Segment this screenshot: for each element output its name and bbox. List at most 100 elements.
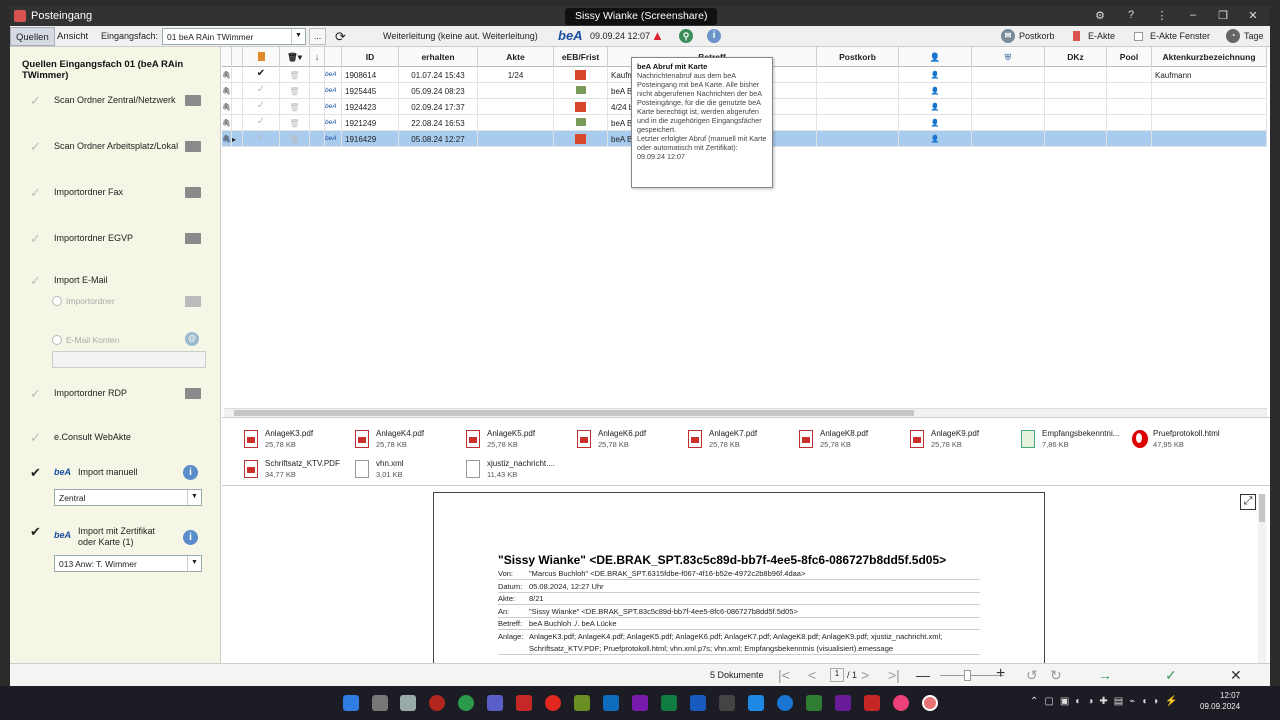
next-page-icon[interactable]: > (861, 667, 869, 683)
col-source[interactable] (325, 47, 342, 67)
weiterleitung-label[interactable]: Weiterleitung (keine aut. Weiterleitung) (383, 31, 538, 41)
col-id[interactable]: ID (342, 47, 399, 67)
first-page-icon[interactable]: |< (778, 667, 790, 683)
vertical-scrollbar[interactable] (1258, 494, 1266, 664)
eakte-fenster-label[interactable]: E-Akte Fenster (1150, 31, 1210, 41)
bea-card-icon[interactable]: ⚲ (679, 29, 693, 43)
forward-icon[interactable]: → (1098, 667, 1112, 683)
info-icon[interactable]: i (183, 530, 198, 545)
chrome-icon[interactable] (458, 695, 474, 711)
col-doc[interactable] (243, 47, 280, 67)
app-icon[interactable] (574, 695, 590, 711)
col-marker[interactable] (232, 47, 243, 67)
zoom-slider-knob[interactable] (964, 670, 971, 681)
app-icon[interactable] (748, 695, 764, 711)
close-window-button[interactable]: ✕ (1244, 9, 1262, 22)
more-options-icon[interactable]: ⋮ (1153, 9, 1171, 22)
col-akte[interactable]: Akte (478, 47, 554, 67)
bea-logo[interactable]: beA (558, 28, 583, 43)
prev-page-icon[interactable]: < (808, 667, 816, 683)
app-icon[interactable] (893, 695, 909, 711)
col-pool[interactable]: Pool (1107, 47, 1152, 67)
tab-ansicht[interactable]: Ansicht (52, 27, 93, 46)
excel-icon[interactable] (661, 695, 677, 711)
attachment-item[interactable]: vhn.xml 3,01 KB (350, 458, 460, 484)
warning-icon[interactable]: ▲ (651, 28, 664, 43)
app-icon[interactable] (864, 695, 880, 711)
folder-icon[interactable] (185, 233, 201, 244)
tab-quellen[interactable]: Quellen (10, 27, 55, 46)
help-icon[interactable]: ? (1122, 9, 1140, 21)
attachment-item[interactable]: AnlageK3.pdf 25,78 KB (239, 428, 349, 454)
page-current[interactable]: 1 (830, 668, 844, 682)
rotate-right-icon[interactable]: ↻ (1050, 667, 1062, 684)
rotate-left-icon[interactable]: ↺ (1026, 667, 1038, 684)
email-konten-radio[interactable] (52, 335, 62, 345)
attachment-item[interactable]: Schriftsatz_KTV.PDF 34,77 KB (239, 458, 349, 484)
system-tray-icons[interactable]: ⌃▢▣◐◑✚▤⌁◖◗⚡ (1030, 696, 1184, 707)
attachment-item[interactable]: AnlageK5.pdf 25,78 KB (461, 428, 571, 454)
taskview-icon[interactable] (372, 695, 388, 711)
scroll-thumb[interactable] (1259, 494, 1265, 522)
col-attach[interactable] (222, 47, 232, 67)
taskbar-clock[interactable]: 12:07 09.09.2024 (1200, 690, 1240, 712)
teams-icon[interactable] (487, 695, 503, 711)
folder-icon[interactable] (185, 141, 201, 152)
onenote-icon[interactable] (632, 695, 648, 711)
col-postkorb[interactable]: Postkorb (817, 47, 899, 67)
col-security[interactable]: ⛨ (972, 47, 1045, 67)
music-icon[interactable] (835, 695, 851, 711)
attachment-item[interactable]: AnlageK9.pdf 25,78 KB (905, 428, 1015, 454)
info-icon[interactable]: i (183, 465, 198, 480)
settings-icon[interactable]: ⚙ (1091, 9, 1109, 22)
zoom-slider[interactable] (940, 670, 1004, 681)
zoom-in-icon[interactable]: + (996, 665, 1005, 683)
attachment-item[interactable]: AnlageK4.pdf 25,78 KB (350, 428, 460, 454)
start-icon[interactable] (343, 695, 359, 711)
col-eeb-frist[interactable]: eEB/Frist (554, 47, 608, 67)
word-icon[interactable] (690, 695, 706, 711)
zoom-out-icon[interactable]: — (916, 667, 930, 683)
info-icon[interactable]: i (707, 29, 721, 43)
eakte-button[interactable]: E-Akte (1088, 31, 1115, 41)
attachment-item[interactable]: AnlageK7.pdf 25,78 KB (683, 428, 793, 454)
expand-icon[interactable]: ⤢ (1240, 494, 1256, 510)
attachment-item[interactable]: AnlageK8.pdf 25,78 KB (794, 428, 904, 454)
restore-button[interactable]: ❐ (1214, 9, 1232, 22)
scroll-thumb[interactable] (234, 410, 914, 416)
opera-icon[interactable] (545, 695, 561, 711)
col-erhalten[interactable]: erhalten (399, 47, 478, 67)
browse-button[interactable]: ... (309, 28, 326, 45)
tage-button[interactable]: Tage (1244, 31, 1264, 41)
postkorb-button[interactable]: Postkorb (1019, 31, 1055, 41)
col-sort[interactable]: ↓ (310, 47, 325, 67)
eingangsfach-select[interactable]: 01 beA RAin TWimmer ▼ (162, 28, 306, 45)
attachment-item[interactable]: Empfangsbekenntni... 7,86 KB (1016, 428, 1126, 454)
folder-icon[interactable] (185, 95, 201, 106)
minimize-button[interactable]: – (1184, 9, 1202, 21)
importordner-radio[interactable] (52, 296, 62, 306)
folder-icon[interactable] (185, 388, 201, 399)
horizontal-scrollbar[interactable] (224, 408, 1267, 417)
col-aktenkurzbezeichnung[interactable]: Aktenkurzbezeichnung (1152, 47, 1267, 67)
vivaldi-icon[interactable] (429, 695, 445, 711)
app-icon[interactable] (719, 695, 735, 711)
outlook-icon[interactable] (603, 695, 619, 711)
attachment-item[interactable]: Pruefprotokoll.html 47,95 KB (1127, 428, 1237, 454)
refresh-icon[interactable]: ⟳ (335, 29, 346, 45)
folder-icon[interactable] (185, 187, 201, 198)
attachment-item[interactable]: AnlageK6.pdf 25,78 KB (572, 428, 682, 454)
app-icon[interactable] (806, 695, 822, 711)
settings-app-icon[interactable] (400, 695, 416, 711)
confirm-icon[interactable]: ✓ (1165, 667, 1177, 684)
col-delete[interactable]: 🗑▾ (280, 47, 310, 67)
attachment-item[interactable]: xjustiz_nachricht.... 11,43 KB (461, 458, 571, 484)
cancel-icon[interactable]: ✕ (1230, 667, 1242, 684)
app-icon[interactable] (516, 695, 532, 711)
eakte-fenster-checkbox[interactable] (1134, 32, 1143, 41)
col-dkz[interactable]: DKz (1045, 47, 1107, 67)
zentral-select[interactable]: Zentral ▼ (54, 489, 202, 506)
anwalt-select[interactable]: 013 Anw: T. Wimmer ▼ (54, 555, 202, 572)
last-page-icon[interactable]: >| (888, 667, 900, 683)
app-icon[interactable] (922, 695, 938, 711)
